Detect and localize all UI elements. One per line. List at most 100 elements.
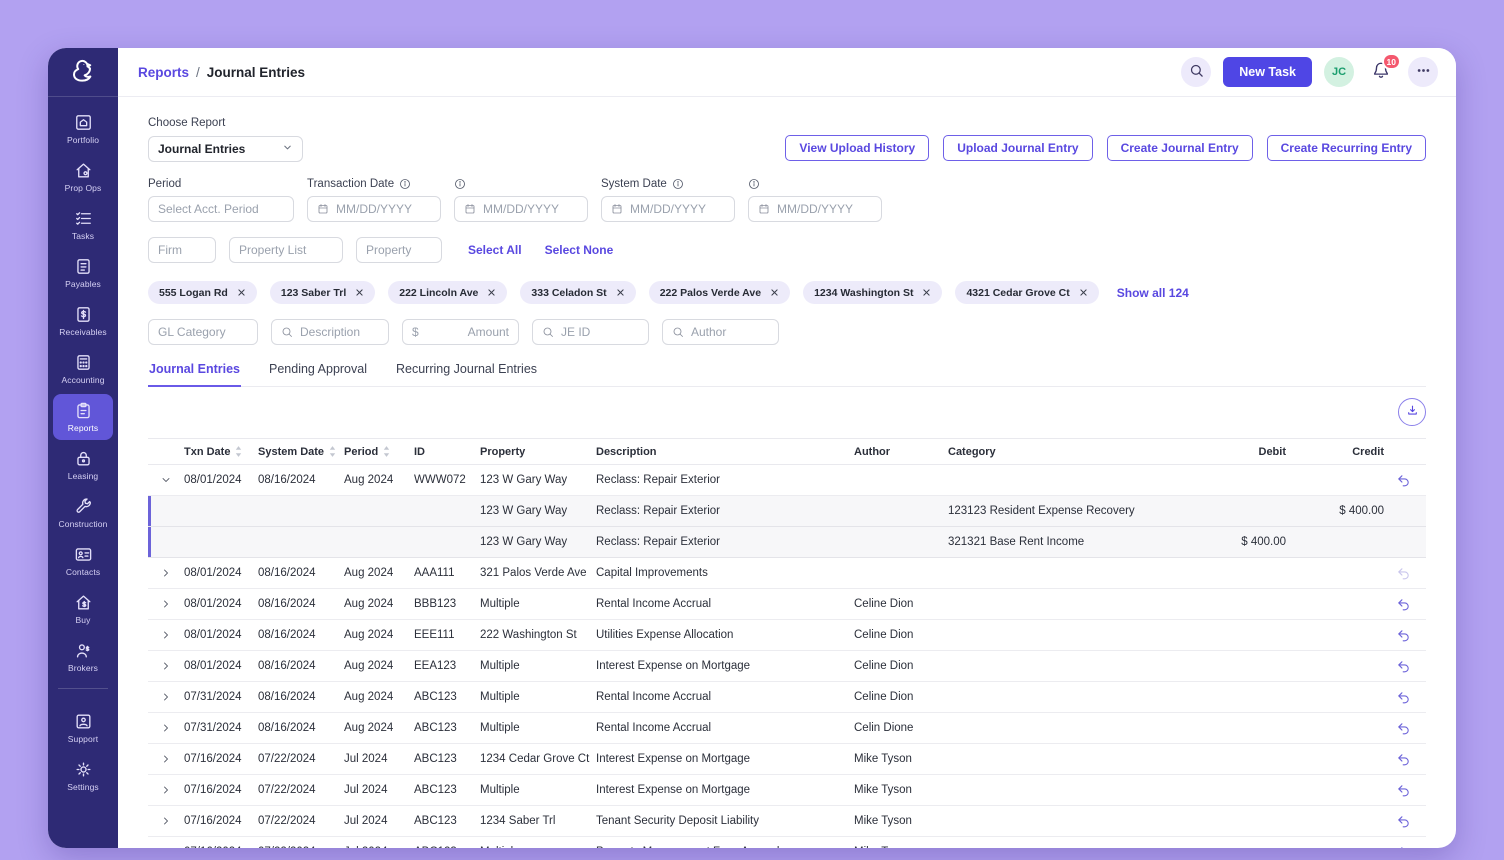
sidebar-item-payables[interactable]: Payables bbox=[53, 250, 113, 296]
system-date-from[interactable] bbox=[601, 196, 735, 222]
tab-journal-entries[interactable]: Journal Entries bbox=[148, 362, 241, 387]
system-date-to-input[interactable] bbox=[777, 202, 872, 216]
undo-entry-button[interactable] bbox=[1384, 628, 1426, 643]
column-header-period[interactable]: Period bbox=[344, 445, 414, 458]
sidebar-item-support[interactable]: Support bbox=[53, 705, 113, 751]
sidebar-item-buy[interactable]: Buy bbox=[53, 586, 113, 632]
cell-property: Multiple bbox=[480, 691, 596, 703]
undo-entry-button[interactable] bbox=[1384, 597, 1426, 612]
select-none-link[interactable]: Select None bbox=[545, 243, 614, 257]
expand-row-button[interactable] bbox=[148, 629, 184, 641]
avatar[interactable]: JC bbox=[1324, 57, 1354, 87]
select-all-link[interactable]: Select All bbox=[468, 243, 522, 257]
amount-filter[interactable]: $ bbox=[402, 319, 519, 345]
sidebar-item-reports[interactable]: Reports bbox=[53, 394, 113, 440]
chevron-right-icon bbox=[160, 567, 172, 579]
cell-system-date: 07/22/2024 bbox=[258, 815, 344, 827]
expand-row-button[interactable] bbox=[148, 660, 184, 672]
chevron-right-icon bbox=[160, 691, 172, 703]
sidebar-item-brokers[interactable]: Brokers bbox=[53, 634, 113, 680]
undo-entry-button[interactable] bbox=[1384, 690, 1426, 705]
chevron-down-icon bbox=[160, 474, 172, 486]
sidebar-item-contacts[interactable]: Contacts bbox=[53, 538, 113, 584]
system-date-to[interactable] bbox=[748, 196, 882, 222]
close-icon[interactable] bbox=[770, 288, 779, 297]
expand-row-button[interactable] bbox=[148, 846, 184, 848]
notifications-button[interactable]: 10 bbox=[1366, 57, 1396, 87]
sidebar-item-accounting[interactable]: Accounting bbox=[53, 346, 113, 392]
expand-row-button[interactable] bbox=[148, 691, 184, 703]
author-filter[interactable] bbox=[662, 319, 779, 345]
sidebar-item-construction[interactable]: Construction bbox=[53, 490, 113, 536]
je-id-input[interactable] bbox=[561, 325, 639, 339]
view-upload-history-button[interactable]: View Upload History bbox=[785, 135, 929, 161]
expand-row-button[interactable] bbox=[148, 753, 184, 765]
column-header-txn-date[interactable]: Txn Date bbox=[184, 445, 258, 458]
tab-recurring-journal-entries[interactable]: Recurring Journal Entries bbox=[395, 362, 538, 387]
amount-input[interactable] bbox=[426, 325, 509, 339]
contacts-icon bbox=[74, 545, 93, 564]
cell-description: Rental Income Accrual bbox=[596, 691, 854, 703]
system-date-from-input[interactable] bbox=[630, 202, 725, 216]
undo-entry-button[interactable] bbox=[1384, 659, 1426, 674]
description-filter[interactable] bbox=[271, 319, 389, 345]
close-icon[interactable] bbox=[922, 288, 931, 297]
table-row: 07/31/202408/16/2024Aug 2024ABC123Multip… bbox=[148, 682, 1426, 713]
search-button[interactable] bbox=[1181, 57, 1211, 87]
create-journal-entry-button[interactable]: Create Journal Entry bbox=[1107, 135, 1253, 161]
firm-select[interactable]: Firm bbox=[148, 237, 216, 263]
close-icon[interactable] bbox=[355, 288, 364, 297]
expand-row-button[interactable] bbox=[148, 722, 184, 734]
collapse-row-button[interactable] bbox=[148, 474, 184, 486]
transaction-date-from-input[interactable] bbox=[336, 202, 431, 216]
breadcrumb-reports-link[interactable]: Reports bbox=[138, 65, 189, 80]
sidebar-item-receivables[interactable]: Receivables bbox=[53, 298, 113, 344]
sidebar-item-tasks[interactable]: Tasks bbox=[53, 202, 113, 248]
brand-logo[interactable] bbox=[48, 48, 118, 97]
sidebar-item-portfolio[interactable]: Portfolio bbox=[53, 106, 113, 152]
close-icon[interactable] bbox=[487, 288, 496, 297]
sidebar-item-prop-ops[interactable]: Prop Ops bbox=[53, 154, 113, 200]
property-select[interactable]: Property bbox=[356, 237, 442, 263]
upload-journal-entry-button[interactable]: Upload Journal Entry bbox=[943, 135, 1092, 161]
property-list-select[interactable]: Property List bbox=[229, 237, 343, 263]
close-icon[interactable] bbox=[237, 288, 246, 297]
expand-row-button[interactable] bbox=[148, 815, 184, 827]
undo-entry-button[interactable] bbox=[1384, 473, 1426, 488]
period-select[interactable]: Select Acct. Period bbox=[148, 196, 294, 222]
undo-entry-button[interactable] bbox=[1384, 783, 1426, 798]
author-input[interactable] bbox=[691, 325, 769, 339]
undo-entry-button[interactable] bbox=[1384, 845, 1426, 849]
undo-entry-button[interactable] bbox=[1384, 721, 1426, 736]
more-menu-button[interactable] bbox=[1408, 57, 1438, 87]
report-select[interactable]: Journal Entries bbox=[148, 136, 303, 162]
expand-row-button[interactable] bbox=[148, 784, 184, 796]
transaction-date-to-input[interactable] bbox=[483, 202, 578, 216]
expand-row-button[interactable] bbox=[148, 598, 184, 610]
undo-entry-button[interactable] bbox=[1384, 752, 1426, 767]
cell-category: 123123 Resident Expense Recovery bbox=[948, 505, 1138, 517]
close-icon[interactable] bbox=[616, 288, 625, 297]
download-button[interactable] bbox=[1398, 398, 1426, 426]
je-id-filter[interactable] bbox=[532, 319, 649, 345]
expand-row-button[interactable] bbox=[148, 567, 184, 579]
sidebar-item-leasing[interactable]: Leasing bbox=[53, 442, 113, 488]
transaction-date-to[interactable] bbox=[454, 196, 588, 222]
gl-category-select[interactable]: GL Category bbox=[148, 319, 258, 345]
cell-author: Celin Dione bbox=[854, 722, 948, 734]
close-icon[interactable] bbox=[1079, 288, 1088, 297]
transaction-date-from[interactable] bbox=[307, 196, 441, 222]
property-chip: 333 Celadon St bbox=[520, 281, 635, 304]
column-header-system-date[interactable]: System Date bbox=[258, 445, 344, 458]
create-recurring-entry-button[interactable]: Create Recurring Entry bbox=[1267, 135, 1426, 161]
show-all-link[interactable]: Show all 124 bbox=[1117, 286, 1189, 300]
sidebar-item-label: Prop Ops bbox=[65, 183, 102, 193]
description-input[interactable] bbox=[300, 325, 379, 339]
sidebar-item-settings[interactable]: Settings bbox=[53, 753, 113, 799]
column-header-credit: Credit bbox=[1286, 446, 1384, 458]
undo-entry-button[interactable] bbox=[1384, 814, 1426, 829]
new-task-button[interactable]: New Task bbox=[1223, 57, 1312, 87]
undo-icon bbox=[1396, 473, 1411, 488]
tab-pending-approval[interactable]: Pending Approval bbox=[268, 362, 368, 387]
sort-icon bbox=[382, 445, 391, 458]
